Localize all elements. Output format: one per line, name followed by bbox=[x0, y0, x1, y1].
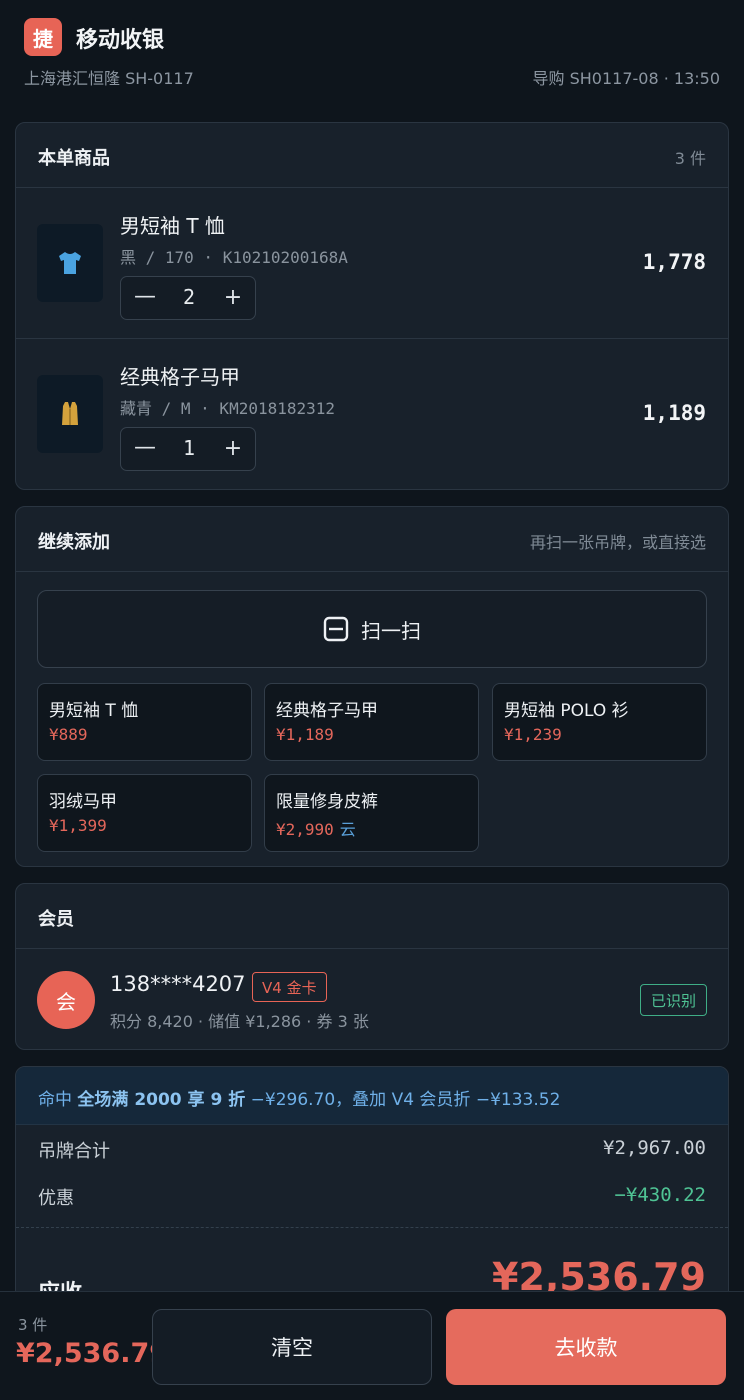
item-name: 男短袖 T 恤 bbox=[120, 214, 225, 238]
item-sku: 黑 / 170 · K10210200168A bbox=[120, 248, 348, 267]
vest-icon bbox=[62, 402, 78, 425]
item-name: 经典格子马甲 bbox=[120, 365, 240, 389]
scan-button[interactable]: 扫一扫 bbox=[37, 590, 707, 668]
quick-item-name: 羽绒马甲 bbox=[49, 792, 117, 812]
cart-item[interactable]: 经典格子马甲 藏青 / M · KM2018182312 — 1 + 1,189 bbox=[16, 339, 728, 489]
cart-count: 3 件 bbox=[674, 149, 706, 168]
quick-add-item[interactable]: 经典格子马甲 ¥1,189 bbox=[264, 683, 479, 761]
promo-detail: −¥296.70，叠加 V4 会员折 −¥133.52 bbox=[245, 1090, 561, 1110]
increase-button[interactable]: + bbox=[221, 436, 245, 461]
item-price: 1,778 bbox=[642, 250, 706, 274]
bar-total: ¥2,536.79 bbox=[16, 1338, 169, 1369]
member-card: 会员 会 138****4207 V4 金卡 积分 8,420 · 储值 ¥1,… bbox=[15, 883, 729, 1050]
guide-time: 导购 SH0117-08 · 13:50 bbox=[532, 69, 721, 88]
promo-rule: 全场满 2000 享 9 折 bbox=[77, 1090, 246, 1110]
discount-value: −¥430.22 bbox=[614, 1184, 706, 1206]
tag-total-label: 吊牌合计 bbox=[38, 1141, 110, 1162]
quick-item-price: ¥1,239 bbox=[504, 725, 562, 744]
quantity-stepper: — 1 + bbox=[120, 427, 256, 471]
quick-add-item[interactable]: 男短袖 POLO 衫 ¥1,239 bbox=[492, 683, 707, 761]
member-stats: 积分 8,420 · 储值 ¥1,286 · 券 3 张 bbox=[110, 1012, 369, 1031]
cart-title: 本单商品 bbox=[38, 148, 110, 169]
item-price: 1,189 bbox=[642, 401, 706, 425]
member-title: 会员 bbox=[38, 909, 74, 930]
store-name: 上海港汇恒隆 SH-0117 bbox=[24, 69, 194, 88]
scan-icon bbox=[323, 616, 349, 642]
discount-label: 优惠 bbox=[38, 1188, 74, 1209]
tag-total-row: 吊牌合计 ¥2,967.00 bbox=[38, 1137, 706, 1163]
member-header: 会员 bbox=[16, 884, 728, 949]
add-items-card: 继续添加 再扫一张吊牌，或直接选 扫一扫 男短袖 T 恤 ¥889 经典格子马甲… bbox=[15, 506, 729, 867]
tag-total-value: ¥2,967.00 bbox=[603, 1137, 706, 1159]
cart-header: 本单商品 3 件 bbox=[16, 123, 728, 188]
quantity-value[interactable]: 1 bbox=[171, 436, 207, 460]
member-phone: 138****4207 bbox=[110, 972, 246, 996]
cart-card: 本单商品 3 件 男短袖 T 恤 黑 / 170 · K10210200168A… bbox=[15, 122, 729, 490]
checkout-bar: 3 件 ¥2,536.79 清空 去收款 bbox=[0, 1291, 744, 1400]
status-badge: 已识别 bbox=[639, 984, 707, 1016]
decrease-button[interactable]: — bbox=[133, 284, 157, 309]
add-items-title: 继续添加 bbox=[38, 532, 110, 553]
scan-label: 扫一扫 bbox=[361, 618, 421, 643]
clear-button[interactable]: 清空 bbox=[152, 1309, 432, 1385]
promo-prefix: 命中 bbox=[38, 1090, 78, 1110]
item-sku: 藏青 / M · KM2018182312 bbox=[120, 399, 336, 418]
app-title: 移动收银 bbox=[76, 28, 165, 53]
quick-add-item[interactable]: 男短袖 T 恤 ¥889 bbox=[37, 683, 252, 761]
discount-row: 优惠 −¥430.22 bbox=[38, 1184, 706, 1210]
member-tier-badge: V4 金卡 bbox=[252, 972, 327, 1002]
quick-item-price: ¥1,399 bbox=[49, 816, 107, 835]
tshirt-icon bbox=[59, 252, 81, 274]
avatar: 会 bbox=[37, 971, 95, 1029]
quick-item-name: 经典格子马甲 bbox=[276, 701, 378, 721]
quick-item-price: ¥2,990 bbox=[276, 820, 334, 839]
brand-logo: 捷 bbox=[24, 18, 62, 56]
cloud-stock-tag: 云 bbox=[339, 820, 356, 839]
quick-item-name: 限量修身皮裤 bbox=[276, 792, 378, 812]
quick-item-name: 男短袖 POLO 衫 bbox=[504, 701, 629, 721]
bar-item-count: 3 件 bbox=[18, 1316, 48, 1334]
quantity-stepper: — 2 + bbox=[120, 276, 256, 320]
quick-item-price: ¥1,189 bbox=[276, 725, 334, 744]
increase-button[interactable]: + bbox=[221, 285, 245, 310]
product-thumbnail bbox=[37, 224, 103, 302]
promotion-banner: 命中 全场满 2000 享 9 折 −¥296.70，叠加 V4 会员折 −¥1… bbox=[16, 1067, 728, 1125]
checkout-button[interactable]: 去收款 bbox=[446, 1309, 726, 1385]
header: 捷 移动收银 上海港汇恒隆 SH-0117 导购 SH0117-08 · 13:… bbox=[24, 18, 720, 88]
add-items-header: 继续添加 再扫一张吊牌，或直接选 bbox=[16, 507, 728, 572]
quantity-value[interactable]: 2 bbox=[171, 285, 207, 309]
quick-add-item[interactable]: 限量修身皮裤 ¥2,990 云 bbox=[264, 774, 479, 852]
add-items-hint: 再扫一张吊牌，或直接选 bbox=[529, 533, 706, 552]
decrease-button[interactable]: — bbox=[133, 435, 157, 460]
cart-item[interactable]: 男短袖 T 恤 黑 / 170 · K10210200168A — 2 + 1,… bbox=[16, 188, 728, 339]
quick-add-item[interactable]: 羽绒马甲 ¥1,399 bbox=[37, 774, 252, 852]
quick-item-price: ¥889 bbox=[49, 725, 88, 744]
quick-item-name: 男短袖 T 恤 bbox=[49, 701, 139, 721]
divider bbox=[16, 1227, 728, 1228]
product-thumbnail bbox=[37, 375, 103, 453]
